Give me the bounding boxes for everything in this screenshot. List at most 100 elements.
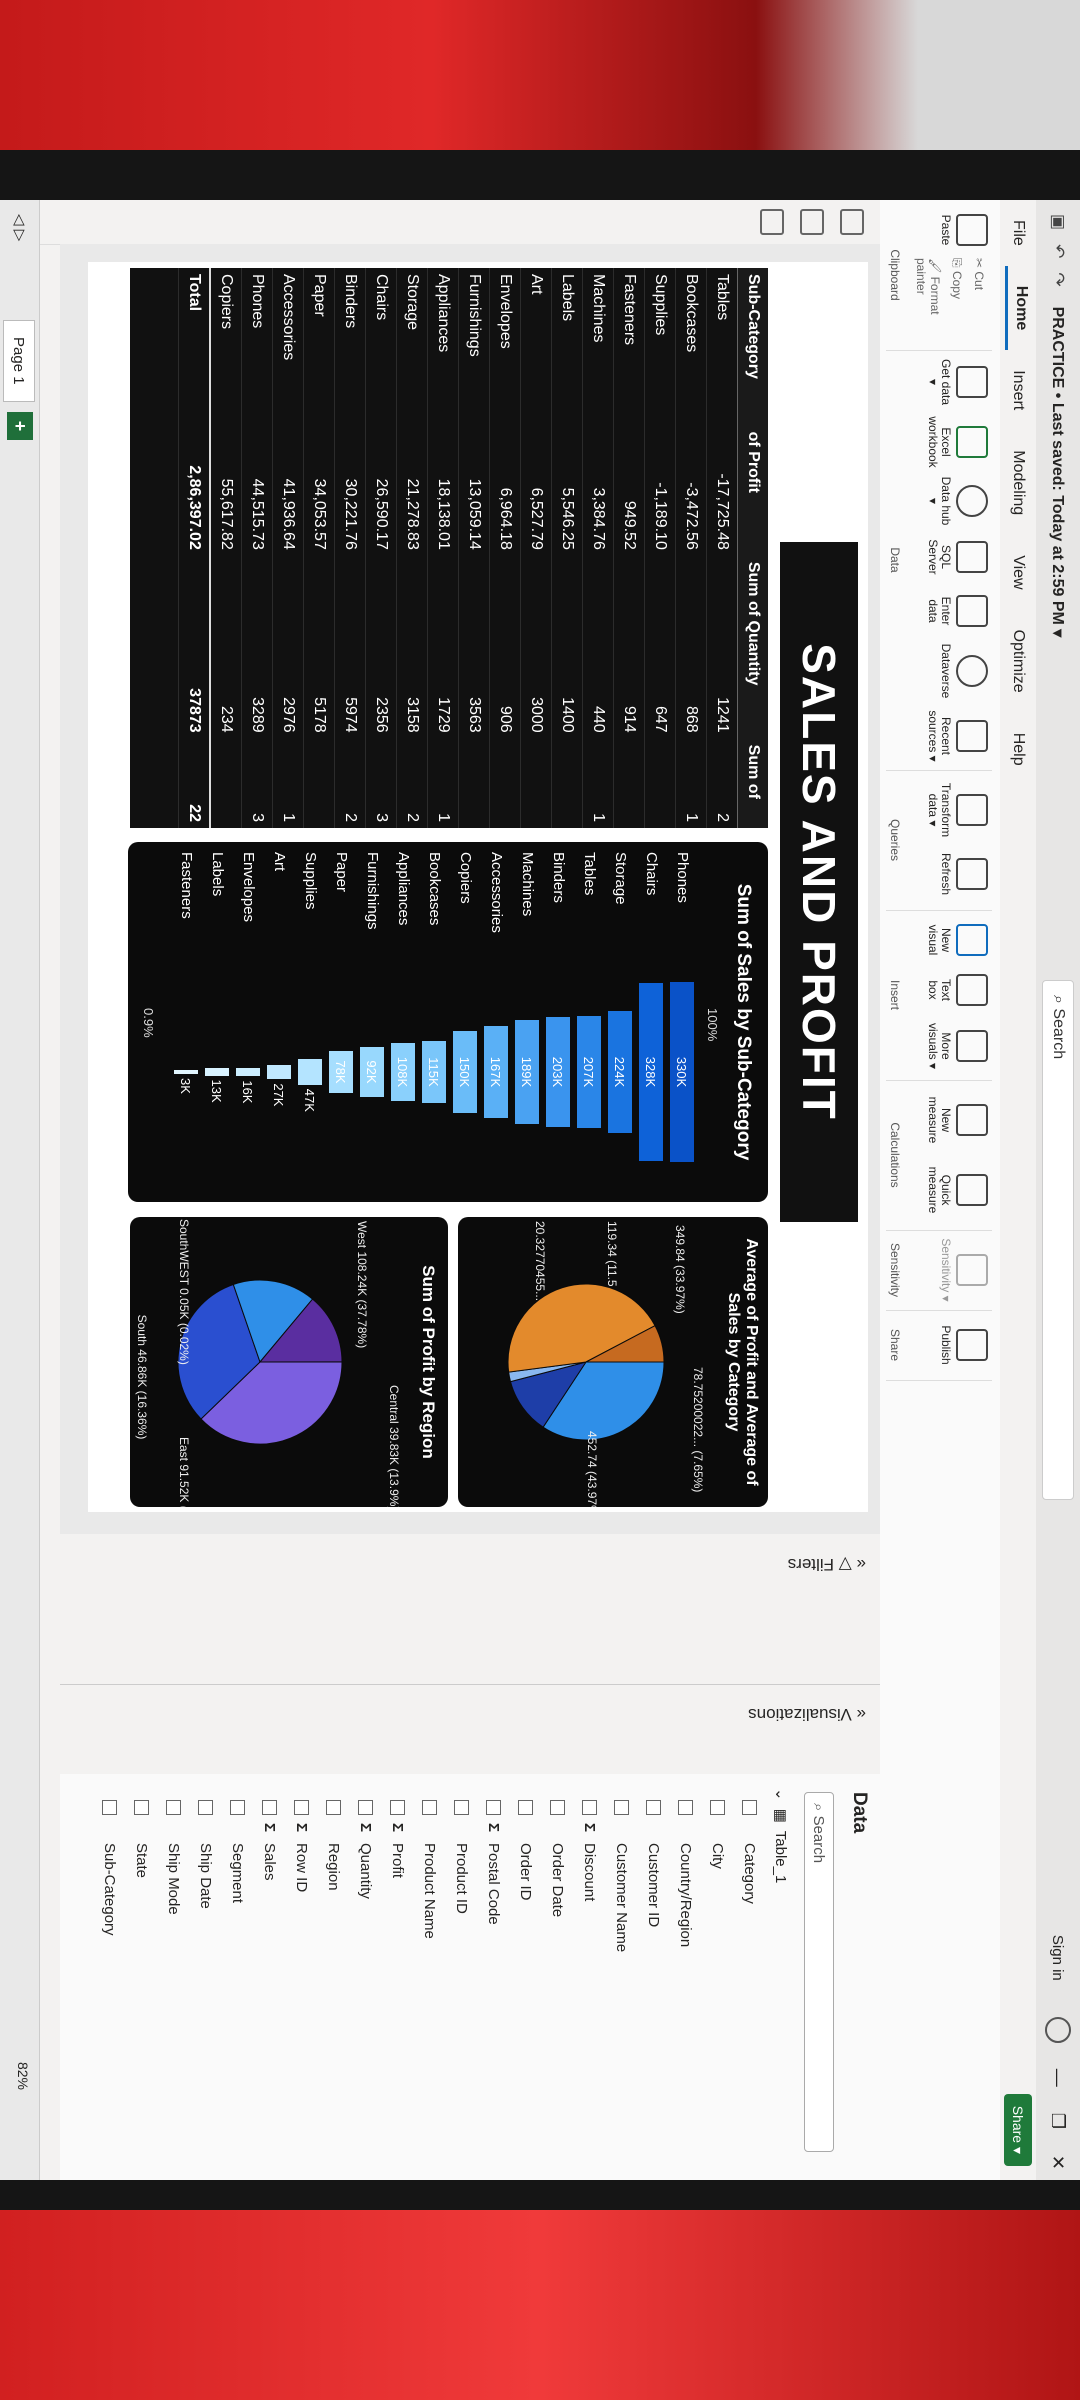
table-row[interactable]: Binders 30,221.76 5974 2 xyxy=(334,268,366,828)
table-row[interactable]: Envelopes 6,964.18 906 xyxy=(489,268,521,828)
filters-pane[interactable]: « ▽ Filters xyxy=(60,1534,880,1685)
field-item[interactable]: State xyxy=(133,1800,150,1878)
funnel-row[interactable]: Fasteners 3K xyxy=(172,842,200,1202)
quick-measure-button[interactable]: Quick measure xyxy=(926,1158,988,1222)
visualizations-pane[interactable]: « Visualizations xyxy=(60,1684,880,1775)
field-item[interactable]: Country/Region xyxy=(677,1800,694,1947)
funnel-row[interactable]: Appliances 108K xyxy=(389,842,417,1202)
field-item[interactable]: Ship Mode xyxy=(165,1800,182,1915)
field-checkbox[interactable] xyxy=(582,1800,597,1815)
table-row[interactable]: Accessories 41,936.64 2976 1 xyxy=(272,268,304,828)
field-checkbox[interactable] xyxy=(102,1800,117,1815)
report-view-icon[interactable] xyxy=(840,209,864,235)
funnel-bar[interactable]: 3K xyxy=(174,1070,198,1094)
funnel-bar[interactable]: 207K xyxy=(577,1015,601,1129)
tab-help[interactable]: Help xyxy=(1009,713,1027,786)
funnel-bar[interactable]: 115K xyxy=(422,1040,446,1104)
funnel-bar[interactable]: 189K xyxy=(515,1020,539,1124)
table-row[interactable]: Labels 5,546.25 1400 xyxy=(551,268,583,828)
table-row[interactable]: Chairs 26,590.17 2356 3 xyxy=(365,268,397,828)
field-item[interactable]: Σ Row ID xyxy=(293,1800,310,1892)
field-checkbox[interactable] xyxy=(742,1800,757,1815)
field-checkbox[interactable] xyxy=(166,1800,181,1815)
funnel-bar[interactable]: 27K xyxy=(267,1064,291,1106)
field-checkbox[interactable] xyxy=(422,1800,437,1815)
table-row[interactable]: Copiers 55,617.82 234 xyxy=(210,268,242,828)
funnel-row[interactable]: Accessories 167K xyxy=(482,842,510,1202)
funnel-bar[interactable]: 150K xyxy=(453,1031,477,1113)
field-checkbox[interactable] xyxy=(678,1800,693,1815)
get-data-button[interactable]: Get data ▾ xyxy=(926,358,988,406)
table-row[interactable]: Paper 34,053.57 5178 xyxy=(303,268,335,828)
publish-button[interactable]: Publish xyxy=(939,1314,988,1376)
data-search-input[interactable]: ⌕ Search xyxy=(804,1792,834,2152)
maximize-icon[interactable]: ❐ xyxy=(1048,2113,1069,2129)
funnel-row[interactable]: Art 27K xyxy=(265,842,293,1202)
field-item[interactable]: Σ Quantity xyxy=(357,1800,374,1899)
table-row[interactable]: Furnishings 13,059.14 3563 xyxy=(458,268,490,828)
field-checkbox[interactable] xyxy=(358,1800,373,1815)
field-checkbox[interactable] xyxy=(230,1800,245,1815)
prev-page-icon[interactable]: ◁ ▷ xyxy=(11,214,29,241)
funnel-row[interactable]: Furnishings 92K xyxy=(358,842,386,1202)
minimize-icon[interactable]: — xyxy=(1048,2069,1069,2087)
field-item[interactable]: Region xyxy=(325,1800,342,1891)
field-checkbox[interactable] xyxy=(262,1800,277,1815)
column-header[interactable]: Sum of Quantity xyxy=(737,555,768,739)
funnel-row[interactable]: Envelopes 16K xyxy=(234,842,262,1202)
category-pie-visual[interactable]: Average of Profit and Average of Sales b… xyxy=(458,1217,768,1507)
field-item[interactable]: Sub-Category xyxy=(101,1800,118,1936)
table-row[interactable]: Phones 44,515.73 3289 3 xyxy=(241,268,273,828)
field-item[interactable]: Σ Profit xyxy=(389,1800,406,1878)
new-visual-button[interactable]: New visual xyxy=(926,916,988,964)
funnel-row[interactable]: Copiers 150K xyxy=(451,842,479,1202)
dataverse-button[interactable]: Dataverse xyxy=(939,640,988,702)
field-checkbox[interactable] xyxy=(486,1800,501,1815)
field-checkbox[interactable] xyxy=(646,1800,661,1815)
funnel-bar[interactable]: 92K xyxy=(360,1046,384,1098)
add-page-button[interactable]: + xyxy=(7,412,33,440)
page-tab[interactable]: Page 1 xyxy=(3,320,35,402)
field-checkbox[interactable] xyxy=(614,1800,629,1815)
funnel-bar[interactable]: 13K xyxy=(205,1068,229,1103)
tab-file[interactable]: File xyxy=(1009,200,1027,266)
table-view-icon[interactable] xyxy=(800,209,824,235)
funnel-row[interactable]: Machines 189K xyxy=(513,842,541,1202)
funnel-bar[interactable]: 328K xyxy=(639,982,663,1162)
funnel-bar[interactable]: 108K xyxy=(391,1042,415,1102)
zoom-level[interactable]: 82% xyxy=(15,2062,31,2090)
table-row[interactable]: Machines 3,384.76 440 1 xyxy=(582,268,614,828)
visualizations-label[interactable]: « Visualizations xyxy=(748,1704,866,1724)
search-input[interactable]: ⌕ Search xyxy=(1042,980,1074,1500)
new-measure-button[interactable]: New measure xyxy=(926,1088,988,1152)
field-checkbox[interactable] xyxy=(198,1800,213,1815)
data-hub-button[interactable]: Data hub ▾ xyxy=(926,474,988,528)
save-icon[interactable]: ▣ xyxy=(1048,214,1068,230)
excel-workbook-button[interactable]: Excel workbook xyxy=(926,414,988,470)
table-row[interactable]: Art 6,527.79 3000 xyxy=(520,268,552,828)
table-row[interactable]: Storage 21,278.83 3158 2 xyxy=(396,268,428,828)
field-item[interactable]: Ship Date xyxy=(197,1800,214,1909)
filters-label[interactable]: « ▽ Filters xyxy=(788,1554,866,1574)
column-header[interactable]: of Profit xyxy=(737,425,768,556)
field-item[interactable]: Product Name xyxy=(421,1800,438,1939)
tab-home[interactable]: Home xyxy=(1005,265,1031,351)
tab-modeling[interactable]: Modeling xyxy=(1009,430,1027,535)
enter-data-button[interactable]: Enter data xyxy=(926,586,988,636)
sign-in-link[interactable]: Sign in xyxy=(1050,1935,1067,1981)
tab-insert[interactable]: Insert xyxy=(1009,350,1027,430)
sales-funnel-visual[interactable]: Sum of Sales by Sub-Category 100% Phones… xyxy=(128,842,768,1202)
field-checkbox[interactable] xyxy=(710,1800,725,1815)
funnel-row[interactable]: Bookcases 115K xyxy=(420,842,448,1202)
copy-button[interactable]: ⎘ Copy xyxy=(949,258,964,299)
refresh-button[interactable]: Refresh xyxy=(939,846,988,902)
field-item[interactable]: City xyxy=(709,1800,726,1869)
field-checkbox[interactable] xyxy=(390,1800,405,1815)
recent-sources-button[interactable]: Recent sources ▾ xyxy=(926,706,988,766)
funnel-bar[interactable]: 203K xyxy=(546,1016,570,1128)
table-row[interactable]: Appliances 18,138.01 1729 1 xyxy=(427,268,459,828)
field-item[interactable]: Category xyxy=(741,1800,758,1904)
funnel-row[interactable]: Storage 224K xyxy=(606,842,634,1202)
field-item[interactable]: Customer Name xyxy=(613,1800,630,1952)
field-checkbox[interactable] xyxy=(550,1800,565,1815)
